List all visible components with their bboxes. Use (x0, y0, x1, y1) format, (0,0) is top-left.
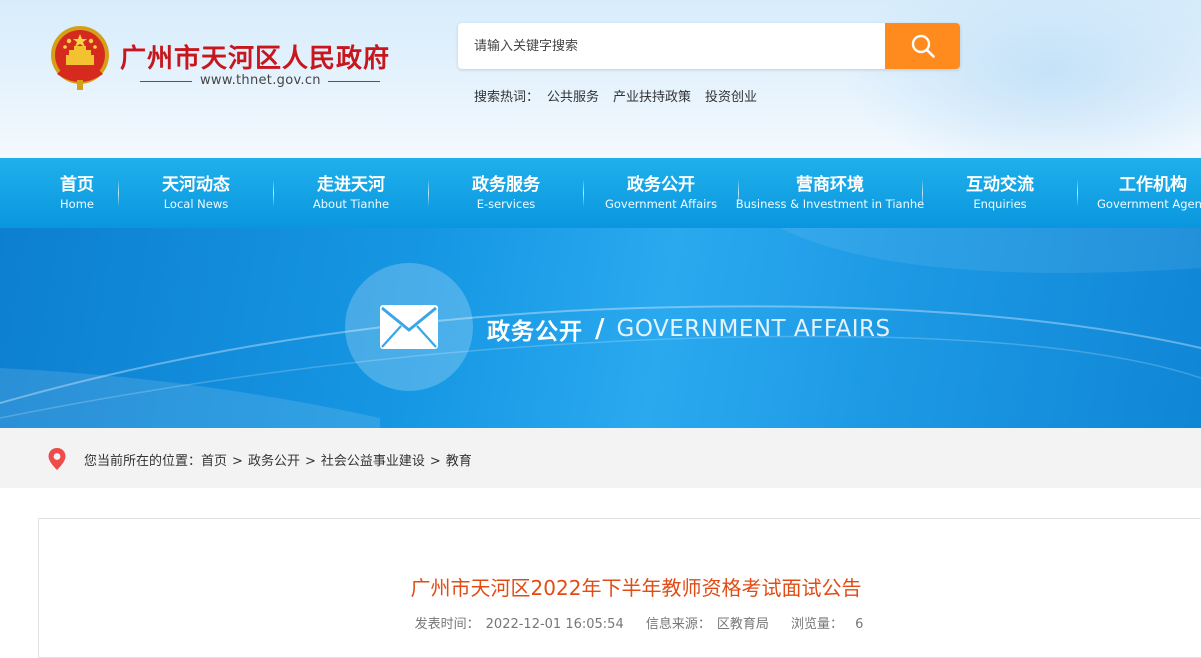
nav-divider (273, 179, 274, 207)
banner-icon-circle (345, 263, 473, 391)
source-label: 信息来源： (645, 617, 711, 632)
nav-item-sublabel: Business & Investment in Tianhe (735, 197, 925, 211)
breadcrumb-link[interactable]: 教育 (446, 454, 472, 469)
breadcrumb-separator: > (429, 454, 441, 469)
article-title: 广州市天河区2022年下半年教师资格考试面试公告 (410, 576, 862, 600)
hot-search-label: 搜索热词： (474, 90, 540, 105)
breadcrumb: 您当前所在的位置：首页 > 政务公开 > 社会公益事业建设 > 教育 (84, 450, 472, 469)
banner-title: 政务公开 / GOVERNMENT AFFAIRS (487, 312, 891, 346)
search-input[interactable] (458, 23, 878, 69)
nav-item-local-news[interactable]: 天河动态 Local News (128, 158, 264, 228)
source-value: 区教育局 (716, 617, 769, 632)
nav-item-label: 走进天河 (317, 175, 385, 195)
breadcrumb-bar: 您当前所在的位置：首页 > 政务公开 > 社会公益事业建设 > 教育 (0, 428, 1201, 488)
nav-item-sublabel: Government Agencies (1097, 197, 1201, 211)
nav-item-label: 首页 (60, 175, 94, 195)
nav-item-label: 天河动态 (162, 175, 230, 195)
nav-item-label: 政务服务 (472, 175, 540, 195)
breadcrumb-separator: > (304, 454, 316, 469)
url-divider-left (140, 81, 192, 82)
site-url: www.thnet.gov.cn (200, 73, 321, 88)
breadcrumb-link[interactable]: 社会公益事业建设 (321, 454, 425, 469)
banner-title-slash: / (595, 314, 605, 344)
nav-item-government-affairs[interactable]: 政务公开 Government Affairs (593, 158, 729, 228)
publish-time: 2022-12-01 16:05:54 (485, 617, 624, 632)
nav-divider (428, 179, 429, 207)
nav-item-sublabel: Government Affairs (604, 197, 718, 211)
nav-item-label: 政务公开 (627, 175, 695, 195)
nav-item-label: 工作机构 (1119, 175, 1187, 195)
location-pin-icon (48, 448, 66, 470)
hot-word-link[interactable]: 公共服务 (547, 86, 599, 105)
search-icon (911, 34, 935, 58)
site-title[interactable]: 广州市天河区人民政府 (120, 38, 390, 75)
article-meta: 发表时间： 2022-12-01 16:05:54 信息来源： 区教育局 浏览量： 6 (0, 613, 1201, 632)
hot-search-words: 搜索热词： 公共服务 产业扶持政策 投资创业 (474, 86, 757, 105)
views-label: 浏览量： (791, 617, 844, 632)
search-box (458, 23, 960, 69)
nav-divider (922, 179, 923, 207)
url-divider-right (328, 81, 380, 82)
section-banner: 政务公开 / GOVERNMENT AFFAIRS (0, 228, 1201, 428)
banner-title-en: GOVERNMENT AFFAIRS (616, 316, 891, 342)
nav-item-label: 营商环境 (796, 175, 864, 195)
breadcrumb-separator: > (232, 454, 243, 469)
nav-item-enquiries[interactable]: 互动交流 Enquiries (932, 158, 1068, 228)
nav-item-government-agencies[interactable]: 工作机构 Government Agencies (1090, 158, 1201, 228)
banner-title-cn: 政务公开 (487, 319, 583, 345)
nav-item-sublabel: Home (60, 197, 94, 211)
publish-time-label: 发表时间： (414, 617, 480, 632)
nav-item-home[interactable]: 首页 Home (37, 158, 117, 228)
breadcrumb-link[interactable]: 政务公开 (248, 454, 300, 469)
nav-divider (583, 179, 584, 207)
hot-word-link[interactable]: 产业扶持政策 (613, 86, 691, 105)
nav-item-sublabel: About Tianhe (312, 197, 390, 211)
hot-word-link[interactable]: 投资创业 (705, 86, 757, 105)
nav-divider (118, 179, 119, 207)
nav-item-sublabel: Enquiries (973, 197, 1027, 211)
search-button[interactable] (885, 23, 960, 69)
nav-item-sublabel: Local News (163, 197, 229, 211)
envelope-icon (380, 305, 438, 349)
nav-item-sublabel: E-services (476, 197, 536, 211)
breadcrumb-label: 您当前所在的位置： (84, 454, 202, 469)
main-navigation: 首页 Home 天河动态 Local News 走进天河 About Tianh… (0, 158, 1201, 228)
national-emblem-icon[interactable] (47, 24, 113, 92)
nav-item-about-tianhe[interactable]: 走进天河 About Tianhe (283, 158, 419, 228)
nav-item-e-services[interactable]: 政务服务 E-services (438, 158, 574, 228)
views-count: 6 (855, 617, 864, 632)
breadcrumb-link[interactable]: 首页 (201, 454, 227, 469)
nav-divider (1077, 179, 1078, 207)
site-header: 广州市天河区人民政府 www.thnet.gov.cn 搜索热词： 公共服务 产… (0, 0, 1201, 158)
nav-item-label: 互动交流 (966, 175, 1034, 195)
nav-item-business-investment[interactable]: 营商环境 Business & Investment in Tianhe (736, 158, 925, 228)
